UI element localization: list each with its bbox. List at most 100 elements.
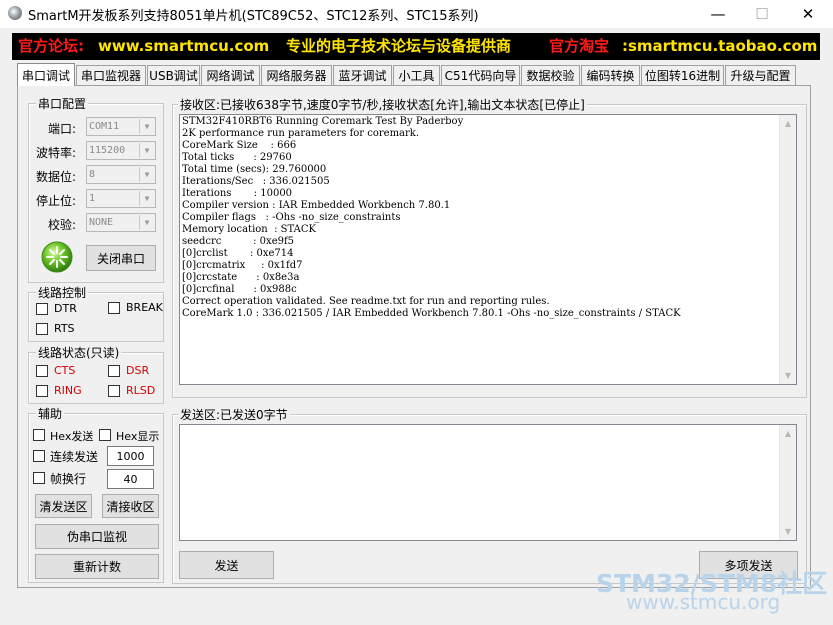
baud-value: 115200 <box>89 145 126 156</box>
receive-header: 接收区:已接收638字节,速度0字节/秒,接收状态[允许],输出文本状态[已停止… <box>178 96 587 113</box>
chevron-down-icon: ▼ <box>139 215 154 230</box>
banner-forum-label: 官方论坛: <box>18 37 84 55</box>
receive-scrollbar[interactable]: ▲ ▼ <box>779 115 796 384</box>
rts-checkbox[interactable] <box>36 323 48 335</box>
cts-checkbox <box>36 365 48 377</box>
fake-monitor-button[interactable]: 伪串口监视 <box>35 524 159 549</box>
dsr-checkbox <box>108 365 120 377</box>
close-port-button[interactable]: 关闭串口 <box>86 245 156 271</box>
tab-data-checksum[interactable]: 数据校验 <box>521 65 580 85</box>
tab-upgrade-config[interactable]: 升级与配置 <box>725 65 796 85</box>
tab-bluetooth-debug[interactable]: 蓝牙调试 <box>333 65 392 85</box>
receive-line: Correct operation validated. See readme.… <box>182 296 550 307</box>
databits-select[interactable]: 8 ▼ <box>86 165 156 184</box>
tab-bitmap-hex[interactable]: 位图转16进制 <box>641 65 724 85</box>
receive-line: Compiler version : IAR Embedded Workbenc… <box>182 200 451 211</box>
receive-line: [0]crclist : 0xe714 <box>182 248 294 259</box>
port-select[interactable]: COM11 ▼ <box>86 117 156 136</box>
baud-select[interactable]: 115200 ▼ <box>86 141 156 160</box>
scroll-down-icon[interactable]: ▼ <box>780 367 796 384</box>
scroll-down-icon[interactable]: ▼ <box>780 523 796 540</box>
window-title: SmartM开发板系列支持8051单片机(STC89C52、STC12系列、ST… <box>28 9 479 24</box>
auto-send-checkbox[interactable] <box>33 450 45 462</box>
dtr-checkbox[interactable] <box>36 303 48 315</box>
receive-textarea[interactable]: STM32F410RBT6 Running Coremark Test By P… <box>179 114 797 385</box>
hex-display-checkbox[interactable] <box>99 429 111 441</box>
chevron-down-icon: ▼ <box>139 143 154 158</box>
reset-count-button[interactable]: 重新计数 <box>35 554 159 579</box>
receive-line: Total ticks : 29760 <box>182 152 292 163</box>
hex-display-label: Hex显示 <box>116 430 160 443</box>
tab-serial-monitor[interactable]: 串口监视器 <box>76 65 146 85</box>
receive-line: [0]crcstate : 0x8e3a <box>182 272 300 283</box>
dtr-label: DTR <box>54 302 77 315</box>
stopbits-label: 停止位: <box>36 194 77 208</box>
send-button[interactable]: 发送 <box>179 551 274 579</box>
receive-line: Total time (secs): 29.760000 <box>182 164 327 175</box>
minimize-button[interactable]: — <box>695 0 741 28</box>
receive-line: Iterations : 10000 <box>182 188 293 199</box>
databits-value: 8 <box>89 169 96 180</box>
rlsd-label: RLSD <box>126 384 156 397</box>
ad-banner: 官方论坛: www.smartmcu.com 专业的电子技术论坛与设备提供商 官… <box>12 33 820 60</box>
tab-tools[interactable]: 小工具 <box>393 65 440 85</box>
maximize-button[interactable]: ☐ <box>739 0 785 28</box>
tab-network-debug[interactable]: 网络调试 <box>201 65 260 85</box>
clear-receive-button[interactable]: 清接收区 <box>102 494 159 518</box>
ring-checkbox <box>36 385 48 397</box>
receive-line: STM32F410RBT6 Running Coremark Test By P… <box>182 116 464 127</box>
frame-wrap-label: 帧换行 <box>50 472 87 486</box>
receive-line: Iterations/Sec : 336.021505 <box>182 176 330 187</box>
receive-line: 2K performance run parameters for corema… <box>182 128 420 139</box>
send-header: 发送区:已发送0字节 <box>178 406 290 423</box>
receive-content: STM32F410RBT6 Running Coremark Test By P… <box>182 116 777 381</box>
send-scrollbar[interactable]: ▲ ▼ <box>779 425 796 540</box>
scroll-up-icon[interactable]: ▲ <box>780 115 796 132</box>
frame-wrap-input[interactable]: 40 <box>107 469 154 489</box>
parity-select[interactable]: NONE ▼ <box>86 213 156 232</box>
receive-line: CoreMark 1.0 : 336.021505 / IAR Embedded… <box>182 308 681 319</box>
rlsd-checkbox <box>108 385 120 397</box>
watermark-url: www.stmcu.org <box>626 590 781 614</box>
close-button[interactable]: ✕ <box>785 0 831 28</box>
receive-line: CoreMark Size : 666 <box>182 140 297 151</box>
break-checkbox[interactable] <box>108 302 120 314</box>
auto-send-interval-input[interactable]: 1000 <box>107 446 154 466</box>
auto-send-label: 连续发送 <box>50 450 99 464</box>
clear-send-button[interactable]: 清发送区 <box>35 494 92 518</box>
scroll-up-icon[interactable]: ▲ <box>780 425 796 442</box>
baud-label: 波特率: <box>36 146 77 160</box>
rts-label: RTS <box>54 322 75 335</box>
receive-line: [0]crcfinal : 0x988c <box>182 284 297 295</box>
banner-forum-url: www.smartmcu.com <box>98 37 270 55</box>
ring-label: RING <box>54 384 82 397</box>
parity-value: NONE <box>89 217 114 228</box>
chevron-down-icon: ▼ <box>139 191 154 206</box>
databits-label: 数据位: <box>36 170 77 184</box>
tab-network-server[interactable]: 网络服务器 <box>261 65 332 85</box>
tab-serial-debug[interactable]: 串口调试 <box>17 63 75 86</box>
hex-send-label: Hex发送 <box>50 430 94 443</box>
tab-usb-debug[interactable]: USB调试 <box>147 65 200 85</box>
frame-wrap-checkbox[interactable] <box>33 472 45 484</box>
port-label: 端口: <box>48 122 77 136</box>
stopbits-select[interactable]: 1 ▼ <box>86 189 156 208</box>
receive-line: Memory location : STACK <box>182 224 316 235</box>
banner-shop-url: :smartmcu.taobao.com <box>622 37 818 55</box>
break-label: BREAK <box>126 301 163 314</box>
chevron-down-icon: ▼ <box>139 119 154 134</box>
cts-label: CTS <box>54 364 76 377</box>
banner-slogan: 专业的电子技术论坛与设备提供商 <box>286 37 512 55</box>
parity-label: 校验: <box>48 218 77 232</box>
hex-send-checkbox[interactable] <box>33 429 45 441</box>
port-open-green-icon <box>41 241 73 273</box>
chevron-down-icon: ▼ <box>139 167 154 182</box>
stopbits-value: 1 <box>89 193 96 204</box>
tab-encoding[interactable]: 编码转换 <box>581 65 640 85</box>
port-value: COM11 <box>89 121 120 132</box>
line-control-title: 线路控制 <box>36 284 89 301</box>
send-textarea[interactable]: ▲ ▼ <box>179 424 797 541</box>
aux-title: 辅助 <box>36 405 65 422</box>
banner-shop-label: 官方淘宝 <box>549 37 610 55</box>
tab-c51-wizard[interactable]: C51代码向导 <box>441 65 520 85</box>
